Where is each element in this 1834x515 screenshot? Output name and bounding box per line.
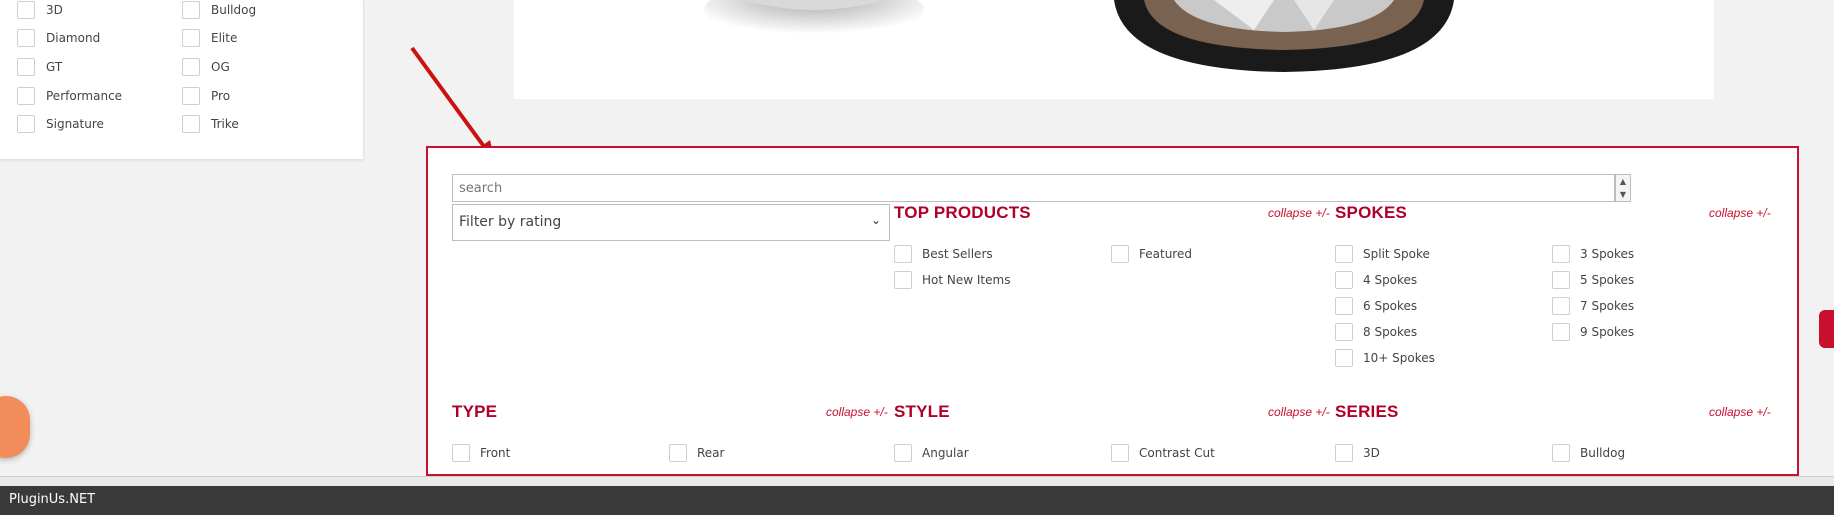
- checkbox-hot-new-items[interactable]: [894, 271, 912, 289]
- sidebar-checkbox-bulldog[interactable]: [182, 1, 200, 19]
- checkbox-5-spokes[interactable]: [1552, 271, 1570, 289]
- filter-label: Angular: [922, 446, 969, 460]
- filter-label: Rear: [697, 446, 725, 460]
- section-title-top-products: TOP PRODUCTS: [894, 203, 1031, 222]
- sidebar-checkbox-performance[interactable]: [17, 87, 35, 105]
- filter-label: Best Sellers: [922, 247, 993, 261]
- filter-panel: ▲ ▼ Filter by rating ⌄ TOP PRODUCTS coll…: [426, 146, 1799, 476]
- collapse-toggle-style[interactable]: collapse +/-: [1268, 405, 1330, 419]
- checkbox-3-spokes[interactable]: [1552, 245, 1570, 263]
- chevron-down-icon[interactable]: ▼: [1616, 188, 1630, 201]
- sidebar-checkbox-signature[interactable]: [17, 115, 35, 133]
- search-input[interactable]: [452, 174, 1615, 202]
- sidebar-checkbox-trike[interactable]: [182, 115, 200, 133]
- checkbox-9-spokes[interactable]: [1552, 323, 1570, 341]
- sidebar-label: Signature: [46, 117, 104, 131]
- checkbox-contrast-cut[interactable]: [1111, 444, 1129, 462]
- checkbox-best-sellers[interactable]: [894, 245, 912, 263]
- sidebar-label: GT: [46, 60, 63, 74]
- devtools-strip: [0, 476, 1834, 486]
- checkbox-6-spokes[interactable]: [1335, 297, 1353, 315]
- sidebar-label: 3D: [46, 3, 63, 17]
- checkbox-featured[interactable]: [1111, 245, 1129, 263]
- filter-label: Bulldog: [1580, 446, 1626, 460]
- checkbox-4-spokes[interactable]: [1335, 271, 1353, 289]
- chat-bubble-icon[interactable]: [0, 396, 30, 458]
- sidebar-label: Bulldog: [211, 3, 257, 17]
- filter-label: 8 Spokes: [1363, 325, 1418, 339]
- sidebar-checkbox-gt[interactable]: [17, 58, 35, 76]
- side-tab[interactable]: [1819, 310, 1834, 348]
- filter-label: Hot New Items: [922, 273, 1011, 287]
- chevron-down-icon: ⌄: [870, 213, 881, 227]
- sidebar-checkbox-3d[interactable]: [17, 1, 35, 19]
- sidebar-checkbox-pro[interactable]: [182, 87, 200, 105]
- chevron-up-icon[interactable]: ▲: [1616, 175, 1630, 188]
- rating-select[interactable]: Filter by rating ⌄: [452, 204, 890, 241]
- checkbox-8-spokes[interactable]: [1335, 323, 1353, 341]
- sidebar-checkbox-elite[interactable]: [182, 29, 200, 47]
- product-image: [514, 0, 1714, 99]
- section-title-series: SERIES: [1335, 402, 1399, 421]
- section-title-spokes: SPOKES: [1335, 203, 1408, 222]
- wheel-image-icon: [704, 0, 1454, 72]
- filter-label: 4 Spokes: [1363, 273, 1418, 287]
- checkbox-split-spoke[interactable]: [1335, 245, 1353, 263]
- filter-label: 9 Spokes: [1580, 325, 1635, 339]
- sidebar-label: Elite: [211, 31, 238, 45]
- collapse-toggle-spokes[interactable]: collapse +/-: [1709, 206, 1771, 220]
- filter-label: 6 Spokes: [1363, 299, 1418, 313]
- filter-label: Featured: [1139, 247, 1192, 261]
- collapse-toggle-series[interactable]: collapse +/-: [1709, 405, 1771, 419]
- filter-label: 7 Spokes: [1580, 299, 1635, 313]
- rating-select-value: Filter by rating: [459, 214, 562, 230]
- filter-label: Front: [480, 446, 511, 460]
- checkbox-angular[interactable]: [894, 444, 912, 462]
- bottom-status-bar: PluginUs.NET: [0, 486, 1834, 515]
- section-title-style: STYLE: [894, 402, 950, 421]
- checkbox-10-plus-spokes[interactable]: [1335, 349, 1353, 367]
- filter-label: 3D: [1363, 446, 1380, 460]
- checkbox-7-spokes[interactable]: [1552, 297, 1570, 315]
- sidebar-checkbox-diamond[interactable]: [17, 29, 35, 47]
- sidebar-label: Diamond: [46, 31, 101, 45]
- filter-label: 3 Spokes: [1580, 247, 1635, 261]
- checkbox-series-bulldog[interactable]: [1552, 444, 1570, 462]
- checkbox-series-3d[interactable]: [1335, 444, 1353, 462]
- search-stepper[interactable]: ▲ ▼: [1615, 174, 1631, 202]
- sidebar-label: Performance: [46, 89, 123, 103]
- filter-label: Split Spoke: [1363, 247, 1430, 261]
- filter-label: 5 Spokes: [1580, 273, 1635, 287]
- collapse-toggle-top-products[interactable]: collapse +/-: [1268, 206, 1330, 220]
- sidebar-label: Pro: [211, 89, 231, 103]
- checkbox-front[interactable]: [452, 444, 470, 462]
- checkbox-rear[interactable]: [669, 444, 687, 462]
- sidebar-checkbox-og[interactable]: [182, 58, 200, 76]
- sidebar-series-filter: 3D Diamond GT Performance Signature Bull…: [0, 0, 364, 160]
- sidebar-label: Trike: [211, 117, 239, 131]
- filter-label: Contrast Cut: [1139, 446, 1215, 460]
- filter-label: 10+ Spokes: [1363, 351, 1435, 365]
- collapse-toggle-type[interactable]: collapse +/-: [826, 405, 888, 419]
- section-title-type: TYPE: [452, 402, 498, 421]
- status-bar-label: PluginUs.NET: [9, 492, 96, 507]
- sidebar-label: OG: [211, 60, 230, 74]
